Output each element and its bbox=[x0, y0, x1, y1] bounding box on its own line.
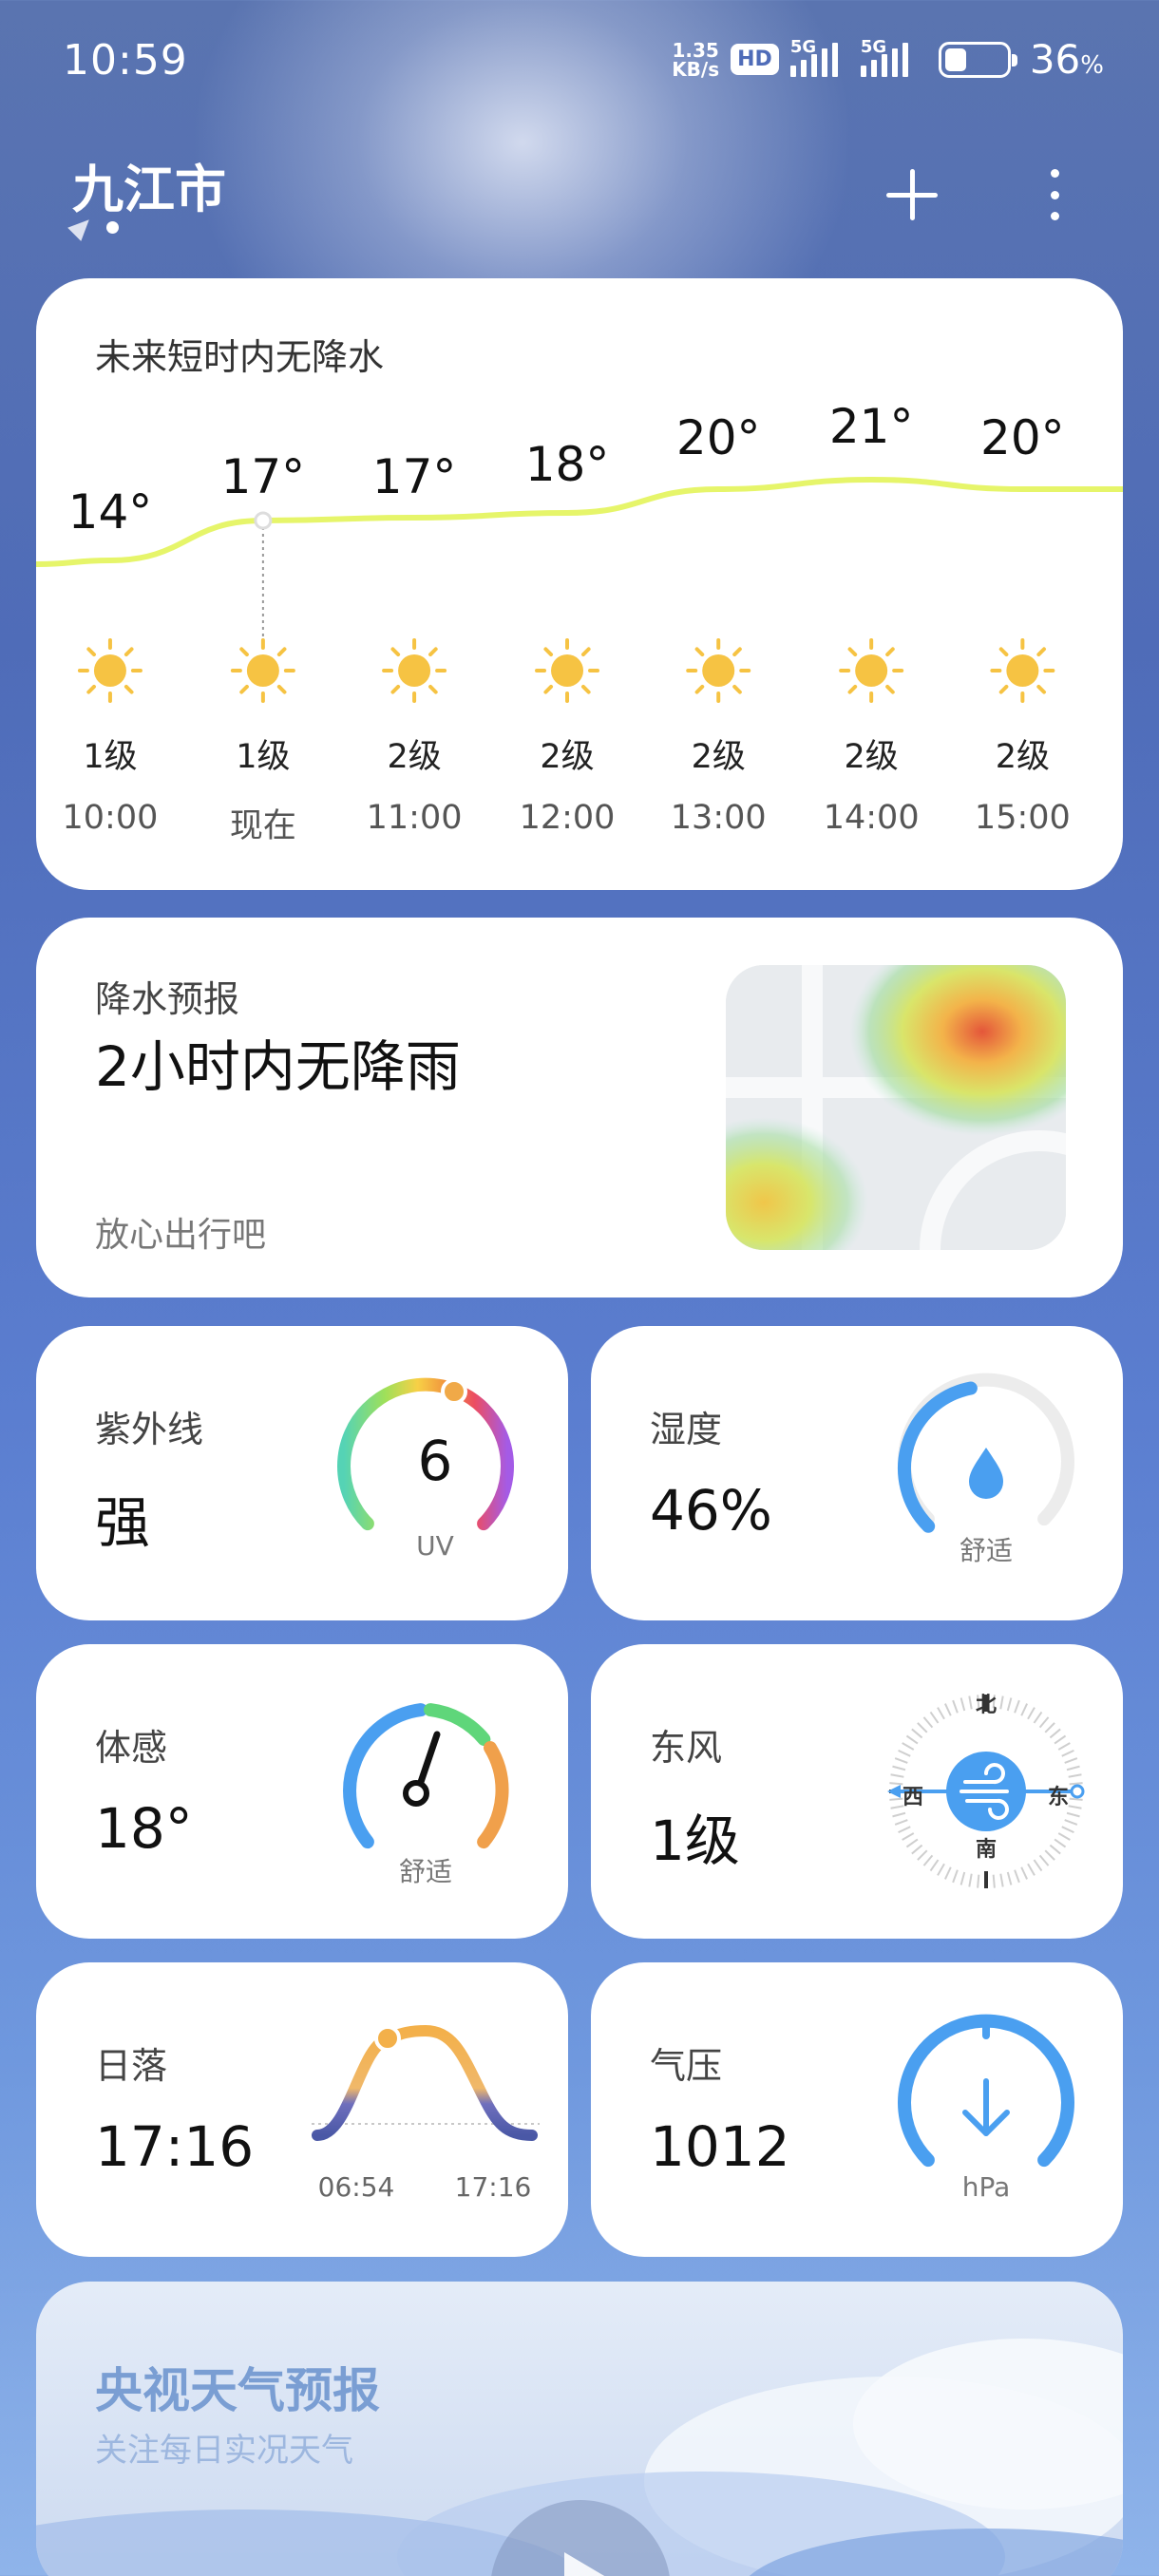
hourly-time[interactable]: 现在 bbox=[187, 799, 339, 847]
hourly-wind: 2级 bbox=[995, 738, 1050, 776]
sunset-value: 17:16 bbox=[95, 2114, 255, 2179]
hourly-temp: 17° bbox=[371, 449, 457, 504]
uv-label: 紫外线 bbox=[95, 1409, 204, 1450]
now-marker-dot bbox=[254, 511, 273, 530]
humidity-value: 46% bbox=[650, 1478, 772, 1543]
uv-indicator-dot bbox=[441, 1378, 467, 1405]
wind-value: 1级 bbox=[650, 1809, 740, 1873]
hourly-temp: 17° bbox=[220, 449, 306, 504]
hourly-time[interactable]: 15:00 bbox=[946, 799, 1098, 837]
sun-path-graph bbox=[312, 2024, 540, 2141]
page-indicator-dot bbox=[106, 220, 119, 234]
feels-like-card[interactable]: 体感 18° 舒适 bbox=[36, 1644, 568, 1939]
signal-icon: 5G bbox=[789, 37, 849, 77]
hourly-temp: 14° bbox=[67, 484, 153, 540]
wind-label: 东风 bbox=[650, 1727, 723, 1769]
pressure-label: 气压 bbox=[650, 2045, 723, 2087]
sun-icon bbox=[686, 638, 751, 703]
status-bar: 10:59 1.35 KB/s HD 5G 5G 36% bbox=[0, 0, 1159, 123]
hourly-temp: 18° bbox=[524, 437, 610, 492]
precipitation-card[interactable]: 降水预报 2小时内无降雨 放心出行吧 bbox=[36, 918, 1123, 1297]
humidity-card[interactable]: 湿度 46% 舒适 bbox=[591, 1326, 1123, 1620]
battery-percent: 36% bbox=[1029, 36, 1104, 83]
more-options-button[interactable] bbox=[1036, 161, 1074, 228]
compass-south: 南 bbox=[975, 1838, 997, 1862]
water-drop-icon bbox=[969, 1448, 1003, 1499]
signal-icon: 5G bbox=[860, 37, 920, 77]
hourly-time[interactable]: 10:00 bbox=[36, 799, 186, 837]
hourly-time[interactable]: 11:00 bbox=[338, 799, 490, 837]
hourly-temp: 21° bbox=[828, 399, 914, 454]
cctv-title: 央视天气预报 bbox=[95, 2363, 380, 2418]
hourly-time[interactable]: 14:00 bbox=[795, 799, 947, 837]
city-name[interactable]: 九江市 bbox=[72, 147, 226, 222]
sun-icon bbox=[535, 638, 600, 703]
hourly-wind: 2级 bbox=[387, 738, 442, 776]
gauge-needle bbox=[416, 1731, 441, 1789]
sun-icon bbox=[77, 638, 142, 703]
location-indicator bbox=[67, 213, 119, 241]
status-icons: 1.35 KB/s HD 5G 5G 36% bbox=[672, 36, 1104, 83]
feels-like-label: 体感 bbox=[95, 1727, 168, 1769]
uv-card[interactable]: 紫外线 强 6 UV bbox=[36, 1326, 568, 1620]
hourly-temp: 20° bbox=[980, 410, 1065, 465]
cctv-subtitle: 关注每日实况天气 bbox=[95, 2432, 353, 2470]
uv-value: 强 bbox=[95, 1490, 151, 1555]
compass-east: 东 bbox=[1047, 1786, 1069, 1809]
sunset-label: 日落 bbox=[95, 2045, 168, 2087]
humidity-status: 舒适 bbox=[959, 1535, 1013, 1566]
sunrise-time: 06:54 bbox=[317, 2171, 395, 2203]
hourly-wind: 1级 bbox=[236, 738, 291, 776]
radar-map-thumbnail[interactable] bbox=[726, 965, 1066, 1250]
battery-icon bbox=[938, 41, 1017, 78]
hourly-wind: 1级 bbox=[83, 738, 138, 776]
hourly-wind: 2级 bbox=[844, 738, 899, 776]
arrow-down-icon bbox=[962, 2078, 1010, 2136]
hourly-wind: 2级 bbox=[691, 738, 746, 776]
sunset-time: 17:16 bbox=[454, 2171, 532, 2203]
uv-index: 6 bbox=[417, 1429, 453, 1493]
compass-west: 西 bbox=[902, 1786, 923, 1809]
cctv-forecast-card[interactable]: 央视天气预报 关注每日实况天气 bbox=[36, 2282, 1123, 2576]
sun-icon bbox=[382, 638, 447, 703]
hd-icon: HD bbox=[731, 44, 779, 75]
feels-like-status: 舒适 bbox=[398, 1856, 452, 1887]
precipitation-headline: 2小时内无降雨 bbox=[95, 1034, 461, 1099]
play-icon bbox=[564, 2552, 606, 2576]
pressure-unit: hPa bbox=[961, 2171, 1011, 2203]
compass-north: 北 bbox=[975, 1694, 997, 1717]
precipitation-label: 降水预报 bbox=[95, 978, 240, 1020]
feels-like-value: 18° bbox=[95, 1796, 193, 1861]
sun-icon bbox=[990, 638, 1055, 703]
hourly-time[interactable]: 12:00 bbox=[491, 799, 643, 837]
add-city-button[interactable] bbox=[879, 161, 945, 228]
pressure-value: 1012 bbox=[650, 2114, 790, 2179]
precipitation-subtext: 放心出行吧 bbox=[95, 1216, 267, 1255]
humidity-label: 湿度 bbox=[650, 1409, 723, 1450]
hourly-forecast-card[interactable]: 未来短时内无降水 14° 1级 10:00 17° 1级 现在 17° 2级 11:00 18° 2… bbox=[36, 278, 1123, 890]
hourly-time[interactable]: 13:00 bbox=[642, 799, 794, 837]
uv-unit: UV bbox=[416, 1530, 454, 1562]
wind-card[interactable]: 东风 1级 北 南 西 东 bbox=[591, 1644, 1123, 1939]
network-speed: 1.35 KB/s bbox=[672, 38, 720, 81]
status-time: 10:59 bbox=[63, 36, 188, 85]
pressure-card[interactable]: 气压 1012 hPa bbox=[591, 1962, 1123, 2257]
hourly-temp: 20° bbox=[675, 410, 761, 465]
sun-icon bbox=[839, 638, 904, 703]
sunset-card[interactable]: 日落 17:16 06:54 17:16 bbox=[36, 1962, 568, 2257]
hourly-wind: 2级 bbox=[540, 738, 595, 776]
location-arrow-icon bbox=[67, 213, 96, 241]
radar-map-image bbox=[726, 965, 1066, 1250]
sun-position-dot bbox=[374, 2025, 401, 2052]
sun-icon bbox=[230, 638, 295, 703]
